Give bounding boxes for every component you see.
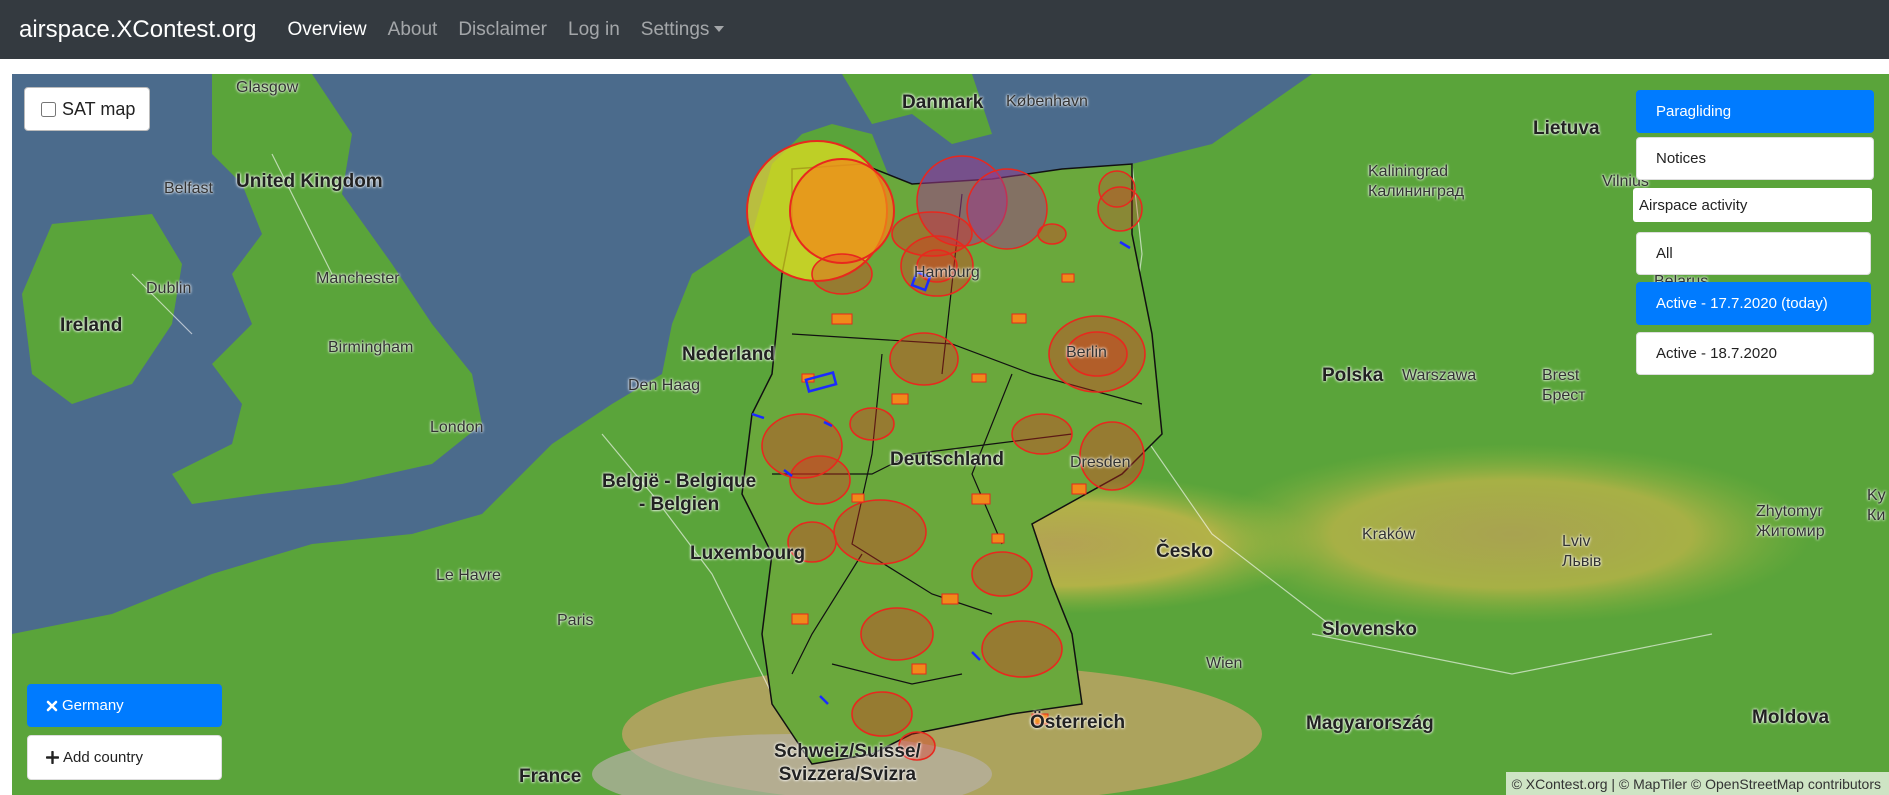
map-label-den-haag: Den Haag	[628, 377, 701, 394]
map-attribution[interactable]: © XContest.org | © MapTiler © OpenStreet…	[1505, 772, 1889, 795]
map-label-lviv: Lviv Львів	[1562, 532, 1601, 572]
map-label-zhytomyr: Zhytomyr Житомир	[1756, 502, 1825, 542]
map-label-moldova: Moldova	[1752, 707, 1830, 728]
map-label-belgie-line1: België - Belgique	[602, 471, 757, 492]
activity-tomorrow-button[interactable]: Active - 18.7.2020	[1636, 332, 1874, 375]
map-label-kaliningrad: Kaliningrad Калининград	[1368, 162, 1464, 202]
nav-login[interactable]: Log in	[568, 19, 620, 41]
remove-germany-button[interactable]: Germany	[27, 684, 222, 727]
times-icon	[46, 700, 58, 711]
nav-about[interactable]: About	[388, 19, 438, 41]
map-label-schweiz-line1: Schweiz/Suisse/	[774, 741, 921, 762]
map-label-slovensko: Slovensko	[1322, 619, 1418, 640]
map-label-uk: United Kingdom	[236, 171, 383, 192]
map-label-kobenhavn: København	[1006, 93, 1088, 110]
activity-today-button[interactable]: Active - 17.7.2020 (today)	[1636, 282, 1871, 325]
caret-down-icon	[714, 25, 725, 32]
map-label-magyarorszag: Magyarország	[1306, 713, 1434, 734]
map-label-kyiv: Ky Ки	[1867, 486, 1886, 526]
map-label-zhytomyr-line1: Zhytomyr	[1756, 503, 1823, 520]
map-label-hamburg: Hamburg	[914, 264, 980, 281]
map-label-danmark: Danmark	[902, 92, 984, 113]
add-country-label: Add country	[63, 749, 144, 766]
map-label-kyiv-line1: Ky	[1867, 487, 1886, 504]
map-label-polska: Polska	[1322, 365, 1384, 386]
map-label-cesko: Česko	[1156, 541, 1214, 562]
map-label-lviv-line1: Lviv	[1562, 533, 1591, 550]
map-label-paris: Paris	[557, 612, 594, 629]
map-label-manchester: Manchester	[316, 270, 400, 287]
brand-link[interactable]: airspace.XContest.org	[19, 16, 256, 44]
navbar: airspace.XContest.org Overview About Dis…	[0, 0, 1889, 59]
activity-all-button[interactable]: All	[1636, 232, 1871, 275]
nav-disclaimer[interactable]: Disclaimer	[458, 19, 547, 41]
nav-settings-label: Settings	[640, 18, 710, 40]
airspace-activity-label: Airspace activity	[1633, 188, 1872, 222]
map-label-kaliningrad-line2: Калининград	[1368, 183, 1465, 200]
map-label-nederland: Nederland	[682, 344, 775, 365]
sat-map-toggle[interactable]: SAT map	[24, 87, 150, 131]
map-label-belfast: Belfast	[164, 180, 213, 197]
map-label-wien: Wien	[1206, 655, 1243, 672]
map-canvas[interactable]: Glasgow Danmark København Lietuva Belfas…	[12, 74, 1889, 795]
map-label-dresden: Dresden	[1070, 454, 1131, 471]
map-label-birmingham: Birmingham	[328, 339, 414, 356]
map-label-krakow: Kraków	[1362, 526, 1416, 543]
map-label-le-havre: Le Havre	[436, 567, 501, 584]
paragliding-button[interactable]: Paragliding	[1636, 90, 1874, 133]
land-ireland	[22, 214, 182, 404]
land-britain	[172, 74, 482, 504]
map-label-schweiz-line2: Svizzera/Svizra	[778, 764, 917, 785]
map-label-schweiz: Schweiz/Suisse/ Svizzera/Svizra	[774, 740, 921, 786]
map-label-france: France	[519, 766, 582, 787]
notices-button[interactable]: Notices	[1636, 137, 1874, 180]
map-label-kyiv-line2: Ки	[1867, 507, 1886, 524]
map-label-brest-line2: Брест	[1542, 387, 1586, 404]
map-label-warszawa: Warszawa	[1402, 367, 1477, 384]
map-label-glasgow: Glasgow	[236, 79, 299, 96]
map-label-brest: Brest Брест	[1542, 366, 1586, 406]
add-country-button[interactable]: Add country	[27, 735, 222, 780]
map-label-belgie-line2: - Belgien	[638, 494, 720, 515]
map-label-belgie: België - Belgique - Belgien	[602, 470, 756, 516]
map-label-lietuva: Lietuva	[1533, 118, 1600, 139]
nav-settings-dropdown[interactable]: Settings	[641, 19, 725, 41]
map-label-lviv-line2: Львів	[1562, 553, 1602, 570]
map-label-osterreich: Österreich	[1030, 712, 1126, 733]
remove-germany-label: Germany	[62, 697, 124, 714]
map-label-london: London	[430, 419, 484, 436]
map-label-deutschland: Deutschland	[890, 449, 1005, 470]
map-label-zhytomyr-line2: Житомир	[1756, 523, 1825, 540]
map-label-ireland: Ireland	[60, 315, 123, 336]
map-label-dublin: Dublin	[146, 280, 192, 297]
sat-map-checkbox[interactable]	[41, 101, 56, 117]
map-label-brest-line1: Brest	[1542, 367, 1580, 384]
map-label-kaliningrad-line1: Kaliningrad	[1368, 163, 1449, 180]
nav-overview[interactable]: Overview	[287, 19, 366, 41]
sat-map-label: SAT map	[62, 98, 136, 119]
plus-icon	[46, 751, 59, 764]
map-label-berlin: Berlin	[1066, 344, 1107, 361]
map-label-luxembourg: Luxembourg	[690, 543, 806, 564]
